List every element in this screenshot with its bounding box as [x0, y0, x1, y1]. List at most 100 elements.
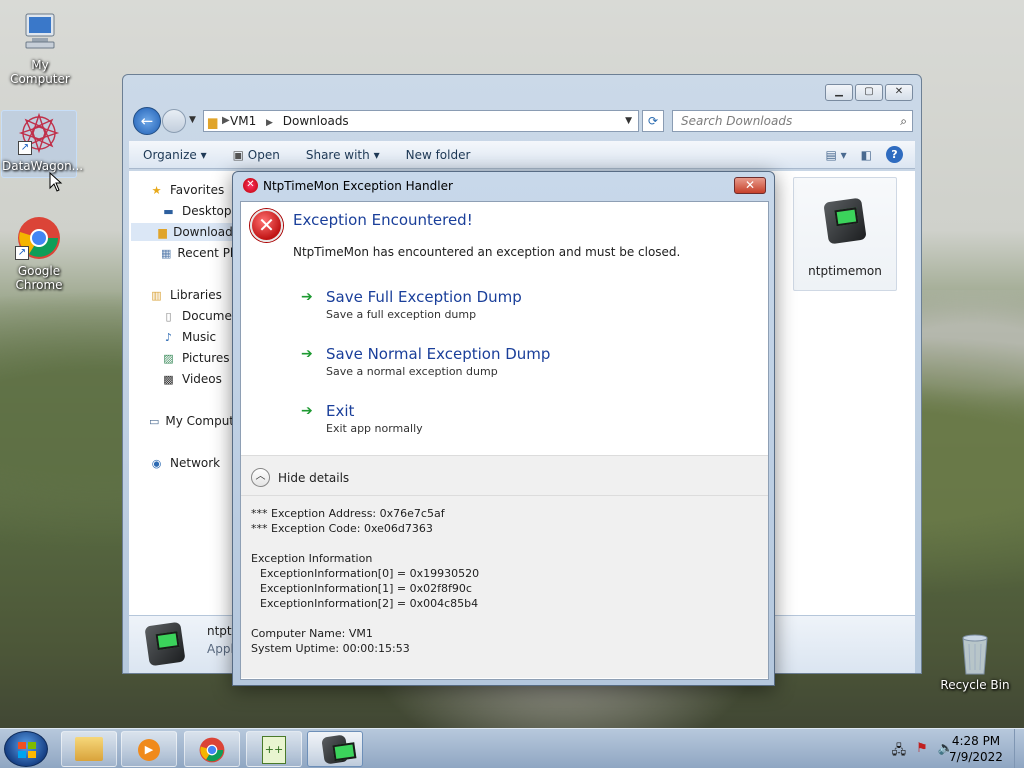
taskbar-notepadpp[interactable]: ++ — [246, 731, 302, 767]
exit-button[interactable]: ➔ Exit Exit app normally — [301, 402, 721, 442]
windows-logo-icon — [18, 742, 36, 758]
exception-info-header: Exception Information — [251, 552, 373, 565]
breadcrumb-vm1[interactable]: VM1 — [230, 114, 256, 128]
search-icon: ⌕ — [900, 114, 907, 128]
system-uptime: System Uptime: 00:00:15:53 — [251, 642, 410, 655]
preview-pane-icon[interactable]: ◧ — [861, 148, 872, 162]
chrome-icon: ↗ — [15, 216, 61, 260]
exception-address: *** Exception Address: 0x76e7c5af — [251, 507, 445, 520]
arrow-right-icon: ➔ — [301, 403, 313, 419]
nav-libraries[interactable]: ▥ Libraries — [149, 288, 239, 302]
close-button[interactable]: ✕ — [885, 84, 913, 101]
search-placeholder: Search Downloads — [681, 114, 793, 128]
arrow-right-icon: ➔ — [301, 346, 313, 362]
file-name: ntptimemon — [808, 264, 882, 278]
chevron-right-icon: ▶ — [222, 115, 230, 126]
desktop-icon-datawagon[interactable]: ↗ DataWagon... — [1, 110, 84, 178]
folder-icon — [75, 737, 103, 761]
error-icon: ✕ — [250, 209, 283, 242]
downloads-folder-icon: ▆ — [158, 225, 167, 239]
search-input[interactable]: Search Downloads ⌕ — [672, 110, 913, 132]
desktop-icon: ▬ — [163, 204, 174, 218]
recent-pages-dropdown[interactable]: ▼ — [189, 115, 196, 125]
desktop-icon-google-chrome[interactable]: ↗ Google Chrome — [1, 216, 77, 292]
computer-icon: ▭ — [149, 414, 160, 428]
maximize-button[interactable]: ▢ — [855, 84, 883, 101]
nav-my-computer[interactable]: ▭ My Computer — [149, 414, 239, 428]
dialog-message: NtpTimeMon has encountered an exception … — [293, 245, 681, 259]
organize-button[interactable]: Organize ▾ — [129, 148, 219, 162]
star-icon: ★ — [151, 183, 162, 197]
view-options-icon[interactable]: ▤ ▾ — [825, 148, 846, 162]
desktop-icon-label: Recycle Bin — [940, 678, 1010, 692]
nav-favorites[interactable]: ★ Favorites — [149, 183, 239, 197]
divider — [241, 495, 768, 496]
taskbar: ▶ ++ 🖧 ⚑ 🔈 4:28 PM 7/9/2022 — [0, 728, 1024, 768]
desktop-icon-my-computer[interactable]: My Computer — [2, 10, 78, 86]
address-bar[interactable]: ▆ ▶ VM1 ▶ Downloads ▼ — [203, 110, 639, 132]
desktop-icon-recycle-bin[interactable]: Recycle Bin — [937, 630, 1013, 692]
open-icon: ▣ — [232, 147, 244, 162]
arrow-left-icon: ← — [140, 112, 154, 130]
show-desktop-button[interactable] — [1014, 729, 1024, 768]
file-item-ntptimemon[interactable]: ntptimemon — [793, 177, 897, 291]
exception-info-0: ExceptionInformation[0] = 0x19930520 — [260, 567, 480, 580]
share-with-button[interactable]: Share with ▾ — [292, 148, 392, 162]
documents-icon: ▯ — [165, 309, 172, 323]
help-icon[interactable]: ? — [886, 146, 903, 163]
desktop-icon-label: Google Chrome — [15, 264, 63, 292]
computer-icon — [18, 10, 62, 54]
dialog-close-button[interactable]: ✕ — [734, 177, 766, 194]
address-row: ← ▼ ▆ ▶ VM1 ▶ Downloads ▼ ⟳ Search Downl… — [131, 107, 915, 135]
hide-details-toggle[interactable]: ︿ Hide details — [251, 468, 349, 487]
taskbar-explorer[interactable] — [61, 731, 117, 767]
cursor-icon — [49, 172, 63, 192]
recent-places-icon: ▦ — [161, 246, 172, 260]
videos-icon: ▩ — [163, 372, 174, 386]
start-button[interactable] — [4, 731, 48, 767]
save-full-dump-button[interactable]: ➔ Save Full Exception Dump Save a full e… — [301, 288, 721, 328]
exception-info-1: ExceptionInformation[1] = 0x02f8f90c — [260, 582, 472, 595]
exception-code: *** Exception Code: 0xe06d7363 — [251, 522, 433, 535]
network-icon[interactable]: 🖧 — [892, 741, 907, 763]
exception-info-2: ExceptionInformation[2] = 0x004c85b4 — [260, 597, 479, 610]
refresh-button[interactable]: ⟳ — [642, 110, 664, 132]
error-icon: ✕ — [243, 178, 258, 193]
minimize-button[interactable]: ▁ — [825, 84, 853, 101]
new-folder-button[interactable]: New folder — [392, 148, 483, 162]
address-dropdown-icon[interactable]: ▼ — [625, 111, 632, 131]
back-button[interactable]: ← — [133, 107, 161, 135]
desktop-icon-label: My Computer — [10, 58, 70, 86]
forward-button[interactable] — [162, 109, 186, 133]
application-icon — [308, 732, 362, 765]
taskbar-chrome[interactable] — [184, 731, 240, 767]
recycle-bin-icon — [953, 630, 997, 675]
action-center-icon[interactable]: ⚑ — [916, 741, 928, 763]
exception-details: ︿ Hide details *** Exception Address: 0x… — [241, 455, 768, 678]
clock[interactable]: 4:28 PM 7/9/2022 — [940, 733, 1012, 765]
taskbar-ntptimemon[interactable] — [307, 731, 363, 767]
dialog-heading: Exception Encountered! — [293, 211, 473, 229]
chevron-up-icon: ︿ — [251, 468, 270, 487]
arrow-right-icon: ➔ — [301, 289, 313, 305]
open-button[interactable]: ▣ Open — [219, 148, 292, 162]
shortcut-arrow-icon: ↗ — [15, 246, 29, 260]
taskbar-media-player[interactable]: ▶ — [121, 731, 177, 767]
datawagon-icon: ↗ — [17, 111, 61, 155]
clock-time: 4:28 PM — [951, 734, 1001, 748]
dialog-title: NtpTimeMon Exception Handler — [263, 179, 453, 193]
refresh-icon: ⟳ — [647, 114, 659, 128]
media-player-icon: ▶ — [138, 739, 160, 761]
breadcrumb-downloads[interactable]: Downloads — [283, 114, 349, 128]
pictures-icon: ▨ — [163, 351, 174, 365]
command-bar: Organize ▾ ▣ Open Share with ▾ New folde… — [129, 141, 915, 169]
exception-dialog[interactable]: ✕ NtpTimeMon Exception Handler ✕ ✕ Excep… — [232, 171, 775, 686]
application-icon — [794, 178, 896, 264]
save-normal-dump-button[interactable]: ➔ Save Normal Exception Dump Save a norm… — [301, 345, 721, 385]
nav-downloads[interactable]: ▆ Downloads — [131, 223, 239, 241]
nav-network[interactable]: ◉ Network — [149, 456, 239, 470]
desktop-icon-label: DataWagon... — [2, 159, 84, 173]
folder-icon: ▆ — [208, 115, 218, 129]
network-icon: ◉ — [151, 456, 162, 470]
music-icon: ♪ — [164, 330, 173, 344]
